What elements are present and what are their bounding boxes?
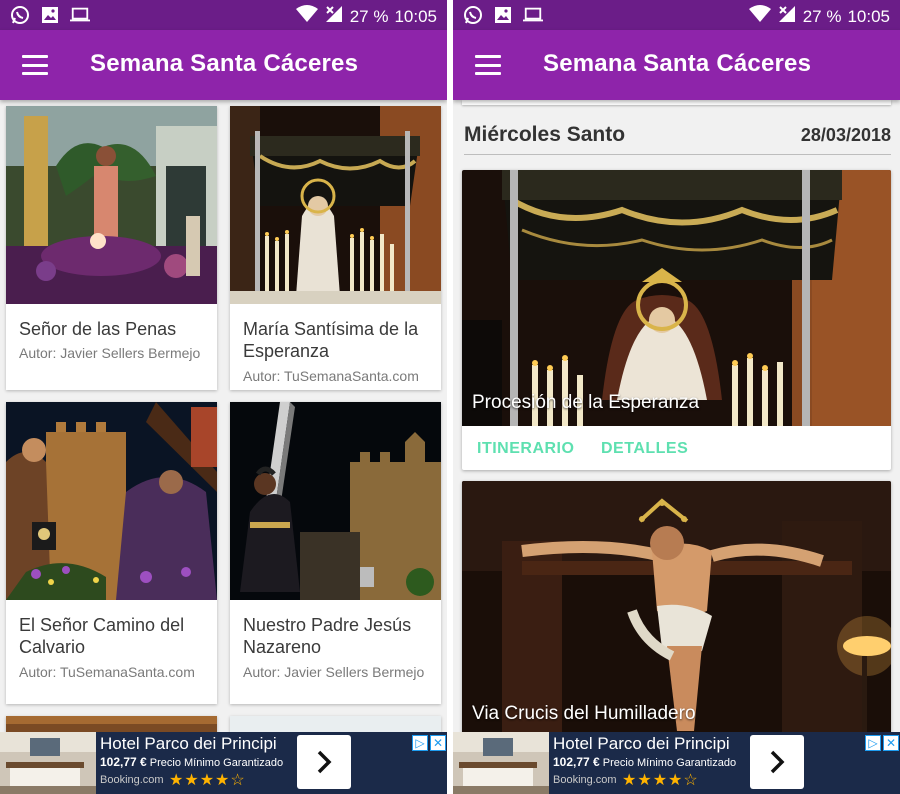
app-bar: Semana Santa Cáceres	[0, 30, 447, 100]
grid-card-nuestro-padre-jesus-nazareno[interactable]: Nuestro Padre Jesús Nazareno Autor: Javi…	[230, 402, 441, 704]
procession-list: Miércoles Santo 28/03/2018 Procesión de …	[453, 100, 900, 732]
hamburger-menu-icon[interactable]	[471, 52, 505, 78]
clock: 10:05	[394, 6, 437, 26]
detalles-button[interactable]: DETALLES	[601, 440, 688, 458]
procession-caption: Via Crucis del Humilladero	[472, 703, 696, 724]
grid-card-partial-right[interactable]	[230, 716, 441, 732]
photo-nuestro-padre-jesus-nazareno	[230, 402, 441, 600]
ad-banner[interactable]: Hotel Parco dei Principi 102,77 € Precio…	[453, 732, 900, 794]
gallery-icon	[40, 5, 60, 25]
grid-card-maria-santisima-esperanza[interactable]: María Santísima de la Esperanza Autor: T…	[230, 106, 441, 390]
ad-title: Hotel Parco dei Principi	[553, 734, 730, 753]
chevron-right-icon	[317, 750, 332, 774]
ad-price-note: Precio Mínimo Garantizado	[149, 757, 284, 769]
procession-caption: Procesión de la Esperanza	[472, 392, 700, 413]
card-title: Señor de las Penas	[19, 319, 177, 339]
status-bar: 27 % 10:05	[0, 0, 447, 30]
laptop-icon	[70, 5, 90, 25]
adchoices-icon[interactable]: ▷	[865, 735, 881, 751]
signal-icon	[324, 5, 344, 28]
hamburger-menu-icon[interactable]	[18, 52, 52, 78]
ad-title: Hotel Parco dei Principi	[100, 734, 277, 753]
signal-icon	[777, 5, 797, 28]
photo-partial-left	[6, 716, 217, 732]
day-title: Miércoles Santo	[464, 123, 626, 146]
app-title: Semana Santa Cáceres	[543, 50, 812, 77]
card-author: Autor: TuSemanaSanta.com	[19, 664, 195, 680]
photo-procesion-esperanza	[462, 170, 891, 426]
adchoices[interactable]: ▷ ✕	[412, 735, 446, 751]
grid-card-senor-camino-calvario[interactable]: El Señor Camino del Calvario Autor: TuSe…	[6, 402, 217, 704]
ad-source: Booking.com	[100, 774, 164, 786]
ad-open-button[interactable]	[297, 735, 351, 789]
itinerario-button[interactable]: ITINERARIO	[477, 440, 574, 458]
photo-via-crucis-humilladero	[462, 481, 891, 732]
ad-price-line: 102,77 € Precio Mínimo Garantizado	[553, 755, 736, 769]
chevron-right-icon	[770, 750, 785, 774]
ad-price-line: 102,77 € Precio Mínimo Garantizado	[100, 755, 283, 769]
ad-open-button[interactable]	[750, 735, 804, 789]
adchoices[interactable]: ▷ ✕	[865, 735, 899, 751]
app-bar: Semana Santa Cáceres	[453, 30, 900, 100]
procession-card-humilladero[interactable]: Via Crucis del Humilladero	[462, 481, 891, 732]
gallery-icon	[493, 5, 513, 25]
ad-close-icon[interactable]: ✕	[883, 735, 899, 751]
ad-price: 102,77 €	[553, 755, 600, 769]
wifi-icon	[295, 5, 318, 28]
ad-hotel-photo	[453, 732, 549, 794]
wifi-icon	[748, 5, 771, 28]
procession-grid: Señor de las Penas Autor: Javier Sellers…	[0, 100, 447, 732]
card-title: Nuestro Padre Jesús Nazareno	[243, 615, 412, 657]
procession-card-esperanza[interactable]: Procesión de la Esperanza ITINERARIO DET…	[462, 170, 891, 470]
grid-card-senor-de-las-penas[interactable]: Señor de las Penas Autor: Javier Sellers…	[6, 106, 217, 390]
status-bar: 27 % 10:05	[453, 0, 900, 30]
card-title: María Santísima de la Esperanza	[243, 319, 419, 361]
grid-card-partial-left[interactable]	[6, 716, 217, 732]
ad-rating-stars: ★★★★☆	[622, 772, 699, 789]
ad-rating-stars: ★★★★☆	[169, 772, 246, 789]
right-screen: 27 % 10:05 Semana Santa Cáceres Miércole…	[453, 0, 900, 794]
previous-card-edge	[462, 100, 891, 105]
card-title: El Señor Camino del Calvario	[19, 615, 185, 657]
battery-level: 27 %	[349, 6, 389, 26]
photo-senor-camino-calvario	[6, 402, 217, 600]
ad-close-icon[interactable]: ✕	[430, 735, 446, 751]
ad-source: Booking.com	[553, 774, 617, 786]
clock: 10:05	[847, 6, 890, 26]
ad-price: 102,77 €	[100, 755, 147, 769]
photo-partial-right	[230, 716, 441, 732]
card-author: Autor: Javier Sellers Bermejo	[19, 345, 201, 361]
whatsapp-icon	[10, 5, 30, 25]
ad-price-note: Precio Mínimo Garantizado	[602, 757, 737, 769]
ad-hotel-photo	[0, 732, 96, 794]
laptop-icon	[523, 5, 543, 25]
whatsapp-icon	[463, 5, 483, 25]
card-author: Autor: TuSemanaSanta.com	[243, 368, 419, 384]
day-divider	[464, 154, 891, 155]
adchoices-icon[interactable]: ▷	[412, 735, 428, 751]
day-date: 28/03/2018	[800, 125, 891, 145]
app-title: Semana Santa Cáceres	[90, 50, 359, 77]
screens: 27 % 10:05 Semana Santa Cáceres Señor de…	[0, 0, 900, 794]
left-screen: 27 % 10:05 Semana Santa Cáceres Señor de…	[0, 0, 447, 794]
card-author: Autor: Javier Sellers Bermejo	[243, 664, 425, 680]
ad-banner[interactable]: Hotel Parco dei Principi 102,77 € Precio…	[0, 732, 447, 794]
photo-senor-de-las-penas	[6, 106, 217, 304]
photo-maria-santisima-esperanza	[230, 106, 441, 304]
battery-level: 27 %	[802, 6, 842, 26]
